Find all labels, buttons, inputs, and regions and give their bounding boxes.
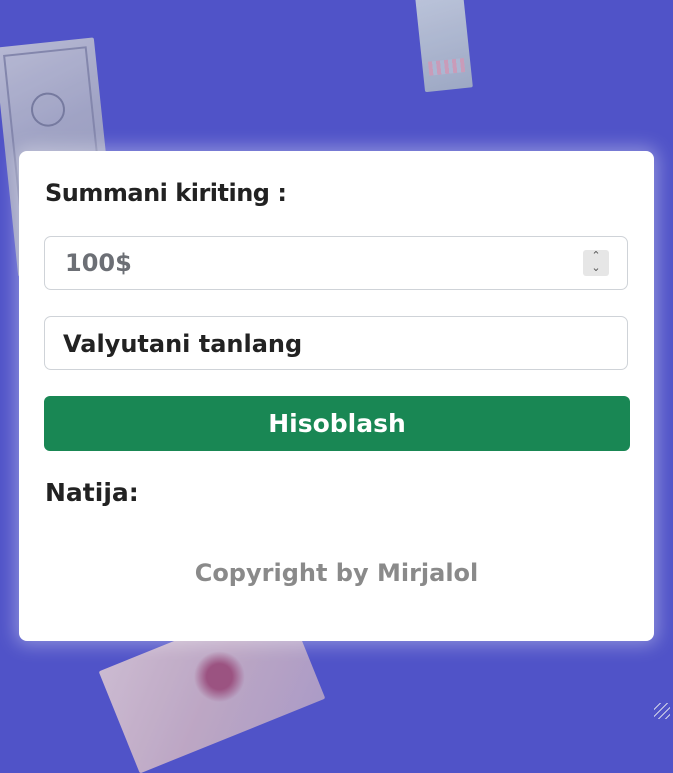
converter-card: Summani kiriting : ⌃ ⌄ Valyutani tanlang… [19,151,654,641]
number-spinner-icon[interactable]: ⌃ ⌄ [583,250,609,276]
som-bill-decoration-top [415,0,473,93]
bill-stripe [427,58,466,76]
bill-bird-emblem [180,637,259,716]
chevron-down-icon[interactable]: ⌄ [583,262,609,274]
calculate-button[interactable]: Hisoblash [44,396,630,451]
amount-input-wrapper[interactable]: ⌃ ⌄ [44,236,628,290]
result-label: Natija: [45,478,139,507]
amount-input[interactable] [45,237,627,289]
amount-label: Summani kiriting : [45,179,287,207]
currency-select[interactable]: Valyutani tanlang [44,316,628,370]
copyright-text: Copyright by Mirjalol [194,559,479,587]
resize-handle-icon[interactable] [654,703,670,719]
